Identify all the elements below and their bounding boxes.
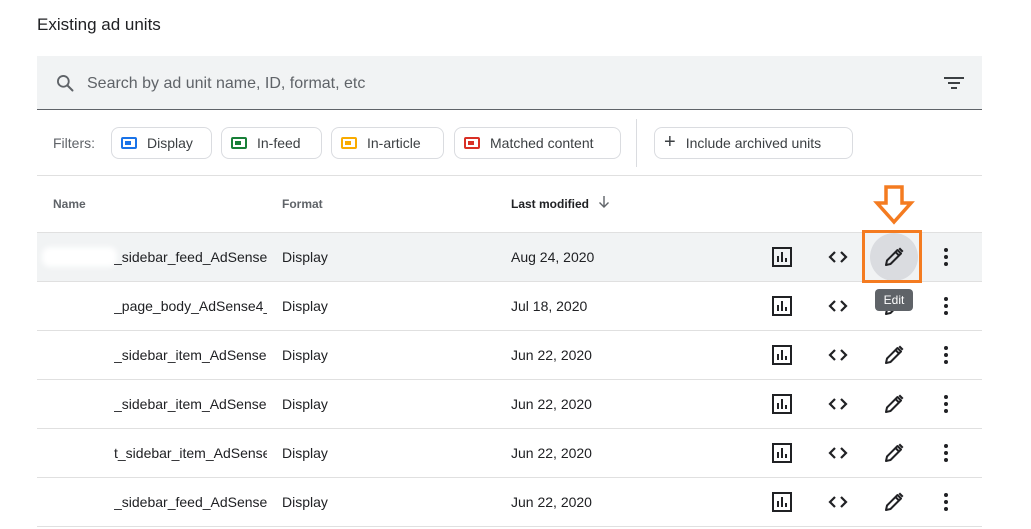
- column-header-format[interactable]: Format: [282, 197, 323, 211]
- in-article-format-icon: [341, 137, 357, 149]
- ad-unit-last-modified: Jun 22, 2020: [511, 347, 592, 363]
- filter-chip-display[interactable]: Display: [111, 127, 212, 159]
- chip-label: Matched content: [490, 135, 594, 151]
- table-row[interactable]: _page_body_AdSense4_ Display Jul 18, 2020: [37, 282, 982, 331]
- matched-content-format-icon: [464, 137, 480, 149]
- more-vert-icon[interactable]: [934, 343, 958, 367]
- chip-label: In-feed: [257, 135, 301, 151]
- ad-unit-format: Display: [282, 494, 328, 510]
- table-row[interactable]: _sidebar_feed_AdSense Display Aug 24, 2020: [37, 233, 982, 282]
- ad-unit-name[interactable]: _page_body_AdSense4_: [114, 298, 267, 314]
- code-icon[interactable]: [826, 392, 850, 416]
- filter-chip-in-article[interactable]: In-article: [331, 127, 444, 159]
- redacted-text: [47, 443, 97, 463]
- ad-unit-format: Display: [282, 298, 328, 314]
- ad-unit-last-modified: Aug 24, 2020: [511, 249, 595, 265]
- code-icon[interactable]: [826, 343, 850, 367]
- redacted-text: [47, 394, 102, 414]
- redacted-text: [47, 345, 107, 365]
- ad-unit-last-modified: Jun 22, 2020: [511, 396, 592, 412]
- in-feed-format-icon: [231, 137, 247, 149]
- arrow-down-icon: [873, 185, 915, 225]
- filters-row: Filters: Display In-feed In-article Matc…: [37, 111, 982, 176]
- report-icon[interactable]: [770, 294, 794, 318]
- more-vert-icon[interactable]: [934, 392, 958, 416]
- code-icon[interactable]: [826, 490, 850, 514]
- ad-unit-last-modified: Jun 22, 2020: [511, 494, 592, 510]
- edit-pencil-icon[interactable]: [882, 343, 906, 367]
- filters-label: Filters:: [53, 135, 95, 151]
- edit-pencil-icon[interactable]: [882, 441, 906, 465]
- code-icon[interactable]: [826, 441, 850, 465]
- more-vert-icon[interactable]: [934, 490, 958, 514]
- more-vert-icon[interactable]: [934, 441, 958, 465]
- report-icon[interactable]: [770, 441, 794, 465]
- report-icon[interactable]: [770, 343, 794, 367]
- column-header-last-modified[interactable]: Last modified: [511, 197, 589, 211]
- highlight-box: [862, 230, 922, 283]
- ad-unit-name[interactable]: _sidebar_feed_AdSense: [114, 494, 267, 510]
- ad-unit-format: Display: [282, 347, 328, 363]
- search-icon: [57, 75, 74, 92]
- code-icon[interactable]: [826, 245, 850, 269]
- edit-pencil-icon[interactable]: [882, 490, 906, 514]
- chip-label: Display: [147, 135, 193, 151]
- table-header: Name Format Last modified: [37, 176, 982, 233]
- filter-chip-matched-content[interactable]: Matched content: [454, 127, 621, 159]
- ad-unit-last-modified: Jun 22, 2020: [511, 445, 592, 461]
- include-archived-chip[interactable]: + Include archived units: [654, 127, 853, 159]
- ad-unit-name[interactable]: t_sidebar_item_AdSense: [114, 445, 267, 461]
- ad-unit-name[interactable]: _sidebar_feed_AdSense: [114, 249, 267, 265]
- ad-unit-last-modified: Jul 18, 2020: [511, 298, 588, 314]
- filter-chip-in-feed[interactable]: In-feed: [221, 127, 322, 159]
- column-header-name[interactable]: Name: [53, 197, 86, 211]
- display-format-icon: [121, 137, 137, 149]
- table-row[interactable]: _sidebar_feed_AdSense Display Jun 22, 2020: [37, 478, 982, 527]
- redacted-text: [82, 296, 110, 316]
- section-title: Existing ad units: [37, 15, 161, 34]
- ad-unit-format: Display: [282, 396, 328, 412]
- filter-list-icon[interactable]: [943, 73, 965, 93]
- code-icon[interactable]: [826, 294, 850, 318]
- report-icon[interactable]: [770, 490, 794, 514]
- filters-divider: [636, 119, 637, 167]
- edit-tooltip: Edit: [875, 289, 913, 311]
- search-input[interactable]: [85, 70, 909, 98]
- ad-unit-format: Display: [282, 445, 328, 461]
- arrow-down-icon[interactable]: [597, 195, 611, 209]
- report-icon[interactable]: [770, 245, 794, 269]
- edit-pencil-icon[interactable]: [882, 392, 906, 416]
- chip-label: Include archived units: [685, 135, 822, 151]
- more-vert-icon[interactable]: [934, 245, 958, 269]
- redacted-text: [52, 492, 97, 512]
- table-row[interactable]: _sidebar_item_AdSense Display Jun 22, 2020: [37, 380, 982, 429]
- table-row[interactable]: _sidebar_item_AdSense Display Jun 22, 2020: [37, 331, 982, 380]
- search-bar: [37, 56, 982, 110]
- ad-unit-name[interactable]: _sidebar_item_AdSense: [114, 347, 267, 363]
- report-icon[interactable]: [770, 392, 794, 416]
- more-vert-icon[interactable]: [934, 294, 958, 318]
- plus-icon: +: [664, 131, 676, 153]
- ad-unit-format: Display: [282, 249, 328, 265]
- ad-unit-name[interactable]: _sidebar_item_AdSense: [114, 396, 267, 412]
- table-row[interactable]: t_sidebar_item_AdSense Display Jun 22, 202…: [37, 429, 982, 478]
- redacted-text: [42, 247, 117, 267]
- chip-label: In-article: [367, 135, 421, 151]
